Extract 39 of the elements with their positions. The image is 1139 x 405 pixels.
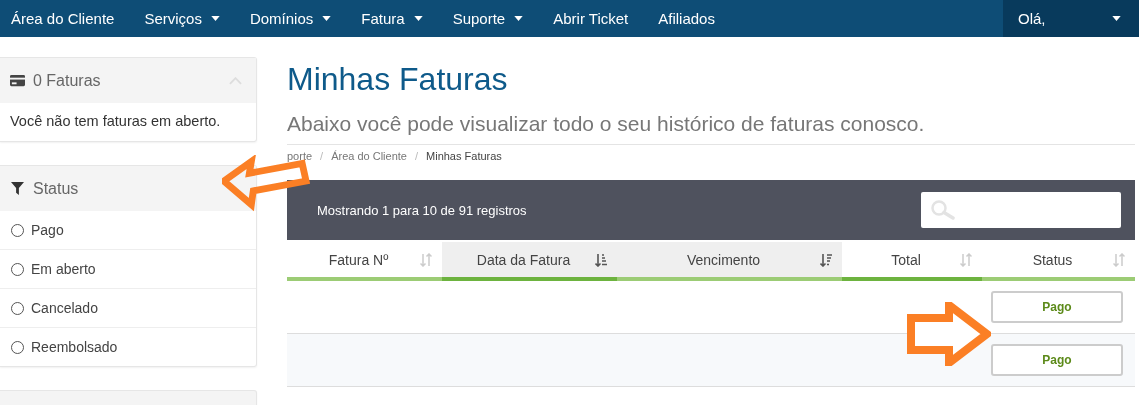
caret-icon bbox=[1112, 16, 1121, 21]
records-info: Mostrando 1 para 10 de 91 registros bbox=[317, 202, 527, 218]
nav-link[interactable]: Serviços bbox=[129, 0, 235, 37]
nav-link[interactable]: Domínios bbox=[234, 0, 347, 37]
breadcrumb-link[interactable]: Área do Cliente bbox=[331, 150, 407, 170]
breadcrumb-separator: / bbox=[414, 150, 419, 164]
caret-icon bbox=[413, 16, 423, 21]
status-filter-option[interactable]: Em aberto bbox=[0, 249, 256, 288]
page-subtitle: Abaixo você pode visualizar todo o seu histórico de faturas conosco. bbox=[287, 111, 1135, 145]
status-filter-option[interactable]: Cancelado bbox=[0, 288, 256, 327]
nav-link[interactable]: Área do Cliente bbox=[0, 0, 130, 37]
status-button[interactable]: Pago bbox=[991, 291, 1123, 323]
filter-icon bbox=[10, 182, 25, 195]
column-header[interactable]: Total bbox=[842, 242, 982, 281]
nav-link[interactable]: Suporte bbox=[437, 0, 539, 37]
search-field[interactable] bbox=[921, 192, 1121, 228]
page-title: Minhas Faturas bbox=[287, 60, 509, 99]
breadcrumb-link[interactable]: porte bbox=[287, 150, 313, 170]
search-icon bbox=[931, 200, 955, 220]
status-filter-option[interactable]: Reembolsado bbox=[0, 327, 256, 366]
status-filter-option[interactable]: Pago bbox=[0, 211, 256, 249]
nav-link[interactable]: Abrir Ticket bbox=[538, 0, 644, 37]
credit-card-icon bbox=[10, 74, 25, 87]
status-button[interactable]: Pago bbox=[991, 344, 1123, 376]
breadcrumb-separator: / bbox=[320, 150, 324, 164]
column-header[interactable]: Vencimento bbox=[617, 242, 842, 281]
breadcrumb-current: Minhas Faturas bbox=[426, 150, 502, 164]
caret-icon bbox=[514, 16, 524, 21]
panel-header[interactable]: 0 Faturas bbox=[0, 58, 256, 103]
nav-link[interactable]: Afiliados bbox=[643, 0, 730, 37]
caret-icon bbox=[322, 16, 332, 21]
column-header[interactable]: Fatura Nº bbox=[287, 242, 442, 281]
caret-icon bbox=[210, 16, 220, 21]
account-menu[interactable]: Olá, bbox=[1003, 0, 1139, 37]
column-header[interactable]: Data da Fatura bbox=[442, 242, 617, 281]
column-header[interactable]: Status bbox=[982, 242, 1135, 281]
empty-message: Você não tem faturas em aberto. bbox=[9, 112, 222, 131]
panel-header: Status bbox=[0, 166, 256, 211]
nav-link[interactable]: Fatura bbox=[346, 0, 438, 37]
